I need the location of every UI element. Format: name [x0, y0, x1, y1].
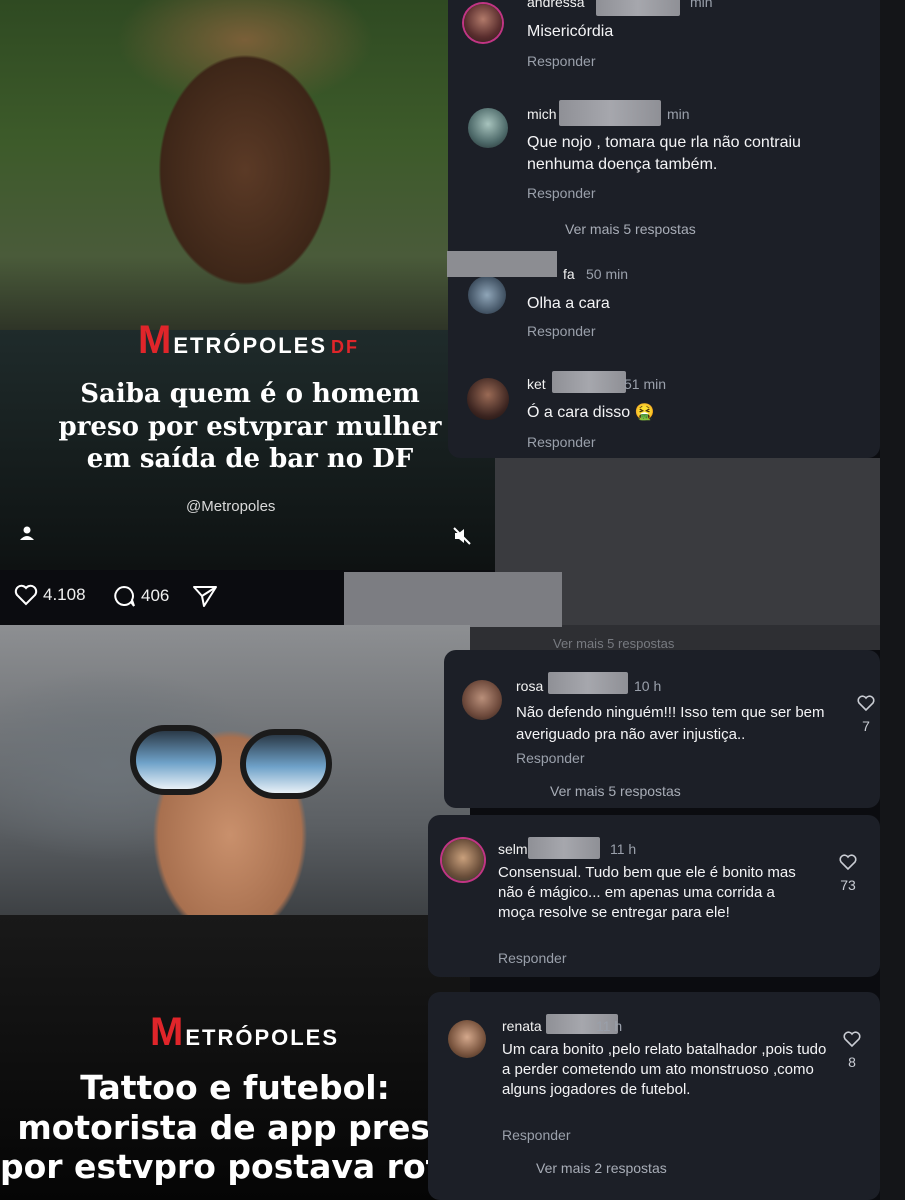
avatar[interactable]	[468, 276, 506, 314]
reply-button[interactable]: Responder	[527, 434, 596, 450]
reply-button[interactable]: Responder	[527, 53, 596, 69]
redaction-bar	[528, 837, 600, 859]
comment-text: Não defendo ninguém!!! Isso tem que ser …	[516, 704, 825, 743]
comments-panel-top: andressa min Misericórdia Responder mich…	[448, 0, 880, 458]
redaction-bar	[447, 251, 557, 277]
comment-text: Que nojo , tomara que rla não contraiu n…	[527, 134, 801, 173]
like-count: 7	[862, 718, 870, 734]
heart-icon[interactable]	[857, 694, 875, 712]
video-handle[interactable]: @Metropoles	[186, 498, 275, 515]
video-thumbnail-top[interactable]	[0, 0, 495, 570]
comment-author[interactable]: mich	[527, 106, 557, 122]
redaction-bar	[344, 572, 562, 627]
like-count: 73	[840, 877, 856, 893]
comment-author[interactable]: rosa	[516, 678, 543, 694]
comment-bubble-icon	[114, 585, 135, 607]
comment-time: min	[690, 0, 713, 10]
metropoles-logo: METRÓPOLES DF	[138, 318, 359, 363]
grey-gap-lower	[470, 625, 880, 650]
heart-icon	[14, 584, 38, 606]
reply-button[interactable]: Responder	[502, 1127, 571, 1143]
mute-icon[interactable]	[452, 526, 472, 546]
comment-author[interactable]: selm	[498, 841, 528, 857]
comment-time: 50 min	[586, 266, 629, 282]
comment-card: selm 11 h Consensual. Tudo bem que ele é…	[428, 815, 880, 977]
comment-count: 406	[141, 586, 170, 605]
avatar[interactable]	[468, 108, 508, 148]
comment-time: 10 h	[634, 678, 662, 694]
avatar[interactable]	[464, 4, 502, 42]
redaction-bar	[559, 100, 661, 126]
comment-card: renata 11 h Um cara bonito ,pelo relato …	[428, 992, 880, 1200]
comment-author[interactable]: andressa	[527, 0, 585, 10]
comment-text: Olha a cara	[527, 295, 610, 312]
see-more-replies[interactable]: Ver mais 5 respostas	[565, 221, 696, 237]
like-count: 4.108	[43, 585, 86, 604]
background-strip	[880, 0, 905, 1200]
logo-text: ETRÓPOLES	[173, 333, 328, 358]
reply-button[interactable]: Responder	[527, 185, 596, 201]
comment-text: Consensual. Tudo bem que ele é bonito ma…	[498, 864, 796, 921]
comment-time: 11 h	[596, 1018, 623, 1034]
redaction-bar	[552, 371, 626, 393]
comment-time: 11 h	[610, 841, 637, 857]
logo-letter: M	[138, 318, 174, 362]
logo-letter: M	[150, 1010, 186, 1054]
sunglasses-lens	[130, 725, 222, 795]
heart-icon[interactable]	[843, 1030, 861, 1048]
redaction-bar	[596, 0, 680, 16]
comment-text: Misericórdia	[527, 23, 614, 40]
comment-text: Um cara bonito ,pelo relato batalhador ,…	[502, 1041, 827, 1098]
share-button[interactable]	[192, 584, 218, 608]
see-more-replies-cut: Ver mais 5 respostas	[553, 636, 675, 651]
sunglasses-lens	[240, 729, 332, 799]
heart-icon[interactable]	[839, 853, 857, 871]
redaction-bar	[548, 672, 628, 694]
see-more-replies[interactable]: Ver mais 2 respostas	[536, 1160, 667, 1176]
comment-button[interactable]: 406	[112, 584, 169, 608]
comment-time: min	[667, 106, 690, 122]
share-send-icon	[193, 586, 217, 607]
avatar[interactable]	[442, 839, 484, 881]
reply-button[interactable]: Responder	[516, 750, 585, 766]
logo-text: ETRÓPOLES	[185, 1025, 340, 1050]
avatar[interactable]	[467, 378, 509, 420]
comment-author[interactable]: renata	[502, 1018, 542, 1034]
video-headline-top: Saiba quem é o homem preso por estvprar …	[58, 379, 442, 474]
like-count: 8	[848, 1054, 856, 1070]
comment-text: Ó a cara disso 🤮	[527, 404, 655, 421]
like-button[interactable]: 4.108	[14, 584, 86, 606]
reply-button[interactable]: Responder	[527, 323, 596, 339]
video-headline-bottom: Tattoo e futebol: motorista de app preso…	[0, 1068, 470, 1187]
comment-author[interactable]: ket	[527, 376, 546, 392]
comment-card: rosa 10 h Não defendo ninguém!!! Isso te…	[444, 650, 880, 808]
logo-df: DF	[331, 337, 360, 357]
comment-time: 51 min	[624, 376, 667, 392]
comment-author[interactable]: fa	[563, 266, 575, 282]
metropoles-logo: METRÓPOLES	[150, 1010, 339, 1055]
see-more-replies[interactable]: Ver mais 5 respostas	[550, 783, 681, 799]
avatar[interactable]	[448, 1020, 486, 1058]
user-icon[interactable]	[18, 524, 36, 542]
reply-button[interactable]: Responder	[498, 950, 567, 966]
avatar[interactable]	[462, 680, 502, 720]
